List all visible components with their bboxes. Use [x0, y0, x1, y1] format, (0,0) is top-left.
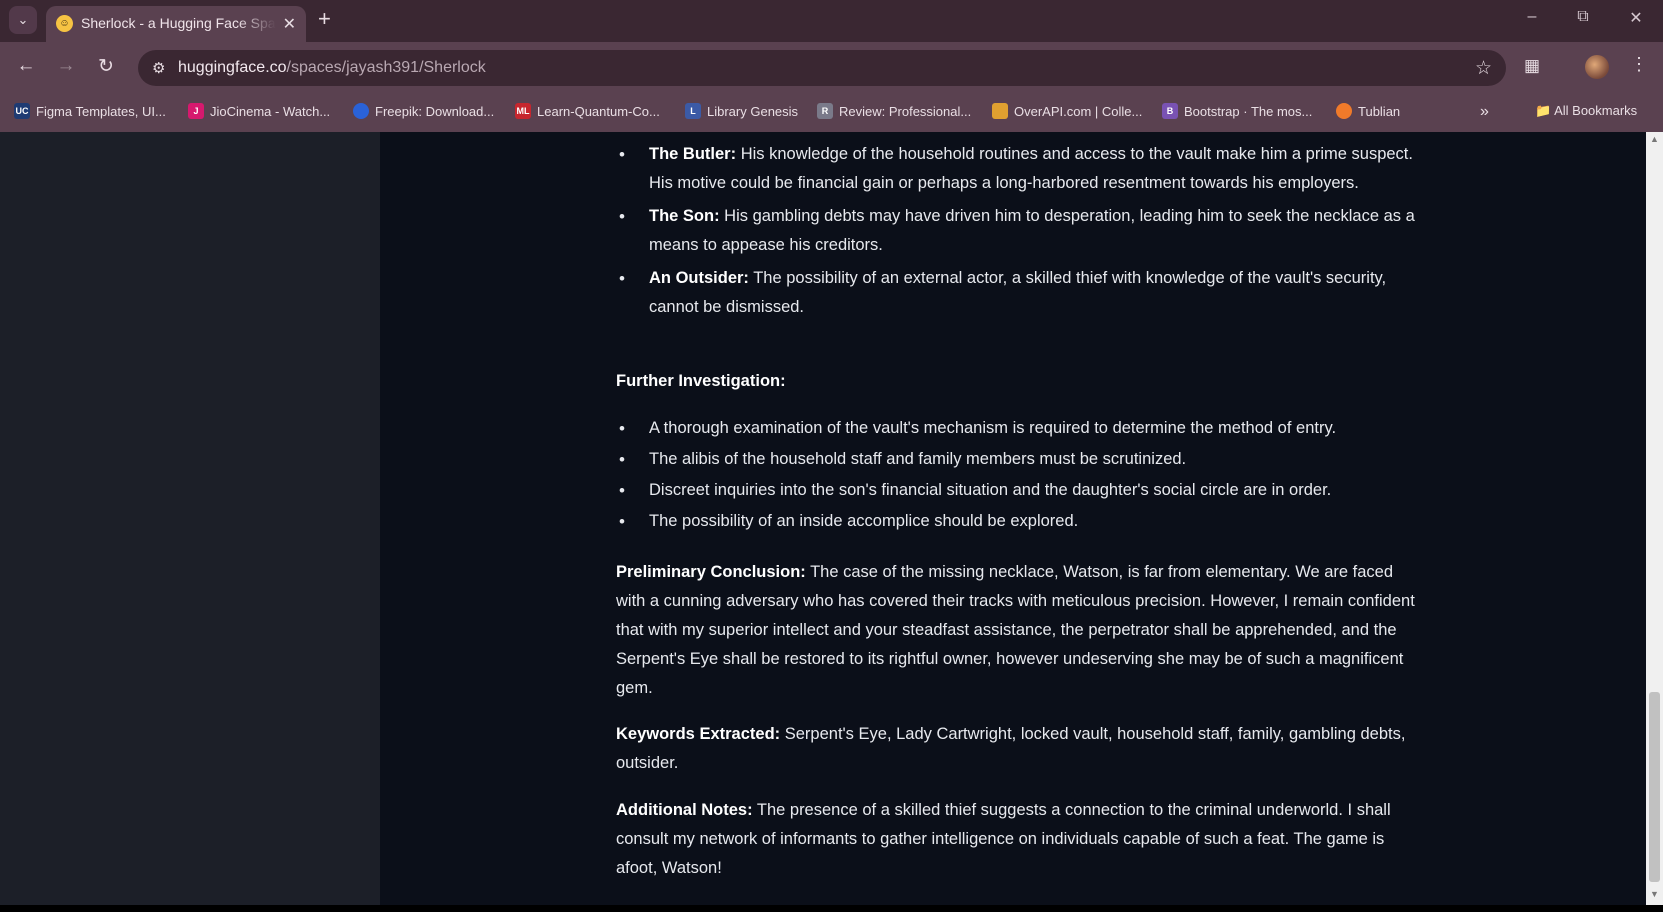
- suspect-name: The Butler:: [649, 145, 737, 163]
- notes-label: Additional Notes:: [616, 801, 753, 819]
- restore-icon[interactable]: ⧉: [1568, 8, 1598, 26]
- bookmark-label: Library Genesis: [707, 103, 799, 119]
- scrollbar[interactable]: ▲ ▼: [1646, 132, 1663, 905]
- reload-icon[interactable]: ↻: [93, 55, 119, 78]
- bookmark-item[interactable]: Tublian: [1336, 103, 1400, 119]
- list-item: The possibility of an inside accomplice …: [616, 507, 1416, 536]
- bookmark-item[interactable]: B Bootstrap · The mos...: [1162, 103, 1312, 119]
- list-item: Discreet inquiries into the son's financ…: [616, 476, 1416, 505]
- tab-title: Sherlock - a Hugging Face Space: [81, 15, 276, 31]
- kebab-menu-icon[interactable]: ⋮: [1630, 54, 1648, 75]
- bookmark-label: Freepik: Download...: [375, 103, 495, 119]
- jiocinema-icon: J: [188, 103, 204, 119]
- profile-avatar[interactable]: [1585, 55, 1609, 79]
- minimize-icon[interactable]: –: [1517, 8, 1547, 26]
- tublian-icon: [1336, 103, 1352, 119]
- list-item: An Outsider: The possibility of an exter…: [616, 264, 1416, 322]
- scrollbar-thumb[interactable]: [1649, 692, 1660, 882]
- back-arrow-icon[interactable]: ←: [13, 55, 39, 77]
- site-info-icon[interactable]: ⚙: [152, 59, 165, 77]
- ml-icon: ML: [515, 103, 531, 119]
- freepik-icon: [353, 103, 369, 119]
- overapi-icon: [992, 103, 1008, 119]
- bookmark-label: Learn-Quantum-Co...: [537, 103, 660, 119]
- list-item: The alibis of the household staff and fa…: [616, 445, 1416, 474]
- chevron-down-icon: ⌄: [17, 12, 29, 27]
- conclusion-label: Preliminary Conclusion:: [616, 563, 806, 581]
- suspect-name: The Son:: [649, 207, 720, 225]
- keywords-label: Keywords Extracted:: [616, 725, 781, 743]
- bookmark-label: JioCinema - Watch...: [210, 103, 331, 119]
- bookmark-item[interactable]: OverAPI.com | Colle...: [992, 103, 1142, 119]
- tab-strip: ⌄ ☺ Sherlock - a Hugging Face Space ✕ + …: [0, 0, 1663, 42]
- further-investigation-list: A thorough examination of the vault's me…: [616, 414, 1416, 536]
- active-tab[interactable]: ☺ Sherlock - a Hugging Face Space ✕: [46, 6, 306, 42]
- bookmark-item[interactable]: L Library Genesis: [685, 103, 798, 119]
- suspect-description: The possibility of an external actor, a …: [649, 269, 1387, 316]
- url-domain: huggingface.co: [178, 59, 287, 76]
- folder-icon: 📁: [1535, 103, 1552, 118]
- hugging-face-favicon-icon: ☺: [56, 15, 73, 32]
- bookmark-item[interactable]: UC Figma Templates, UI...: [14, 103, 166, 119]
- bookmark-item[interactable]: ML Learn-Quantum-Co...: [515, 103, 660, 119]
- close-window-icon[interactable]: ✕: [1621, 8, 1651, 28]
- new-tab-plus-icon[interactable]: +: [318, 8, 331, 30]
- further-investigation-heading: Further Investigation:: [616, 367, 1416, 396]
- suspect-description: His gambling debts may have driven him t…: [649, 207, 1415, 254]
- extensions-puzzle-icon[interactable]: ▦: [1524, 56, 1540, 76]
- bookmark-label: OverAPI.com | Colle...: [1014, 103, 1143, 119]
- keywords-extracted: Keywords Extracted: Serpent's Eye, Lady …: [616, 720, 1416, 778]
- url-path: /spaces/jayash391/Sherlock: [286, 59, 486, 76]
- sidebar: [0, 132, 380, 905]
- bookmark-star-icon[interactable]: ☆: [1475, 57, 1492, 80]
- tab-close-icon[interactable]: ✕: [283, 14, 296, 34]
- address-bar[interactable]: ⚙ huggingface.co/spaces/jayash391/Sherlo…: [138, 50, 1506, 86]
- all-bookmarks-button[interactable]: 📁 All Bookmarks: [1535, 103, 1637, 119]
- bookmark-item[interactable]: R Review: Professional...: [817, 103, 971, 119]
- conclusion-text: The case of the missing necklace, Watson…: [616, 563, 1415, 697]
- more-bookmarks-chevron-icon[interactable]: »: [1480, 103, 1489, 121]
- list-item: A thorough examination of the vault's me…: [616, 414, 1416, 443]
- url-text[interactable]: huggingface.co/spaces/jayash391/Sherlock: [178, 59, 486, 77]
- preliminary-conclusion: Preliminary Conclusion: The case of the …: [616, 558, 1416, 703]
- list-item: The Son: His gambling debts may have dri…: [616, 202, 1416, 260]
- all-bookmarks-label: All Bookmarks: [1554, 103, 1638, 118]
- review-icon: R: [817, 103, 833, 119]
- forward-arrow-icon[interactable]: →: [53, 55, 79, 77]
- suspects-section: The Butler: His knowledge of the househo…: [616, 140, 1416, 322]
- bookmarks-bar: UC Figma Templates, UI... J JioCinema - Wa…: [0, 94, 1663, 132]
- tab-search-button[interactable]: ⌄: [9, 6, 37, 34]
- heading-text: Further Investigation:: [616, 372, 786, 390]
- figma-templates-icon: UC: [14, 103, 30, 119]
- browser-toolbar: ← → ↻ ⚙ huggingface.co/spaces/jayash391/…: [0, 42, 1663, 94]
- bookmark-label: Figma Templates, UI...: [36, 103, 166, 119]
- scroll-up-arrow-icon[interactable]: ▲: [1650, 134, 1659, 144]
- bookmark-item[interactable]: Freepik: Download...: [353, 103, 494, 119]
- suspect-description: His knowledge of the household routines …: [649, 145, 1413, 192]
- bookmark-label: Tublian: [1358, 103, 1401, 119]
- library-genesis-icon: L: [685, 103, 701, 119]
- bookmark-label: Review: Professional...: [839, 103, 972, 119]
- bookmark-item[interactable]: J JioCinema - Watch...: [188, 103, 330, 119]
- bootstrap-icon: B: [1162, 103, 1178, 119]
- list-item: The Butler: His knowledge of the househo…: [616, 140, 1416, 198]
- bottom-edge: [0, 905, 1663, 912]
- suspect-name: An Outsider:: [649, 269, 749, 287]
- bookmark-label: Bootstrap · The mos...: [1184, 103, 1313, 119]
- additional-notes: Additional Notes: The presence of a skil…: [616, 796, 1416, 883]
- scroll-down-arrow-icon[interactable]: ▼: [1650, 889, 1659, 899]
